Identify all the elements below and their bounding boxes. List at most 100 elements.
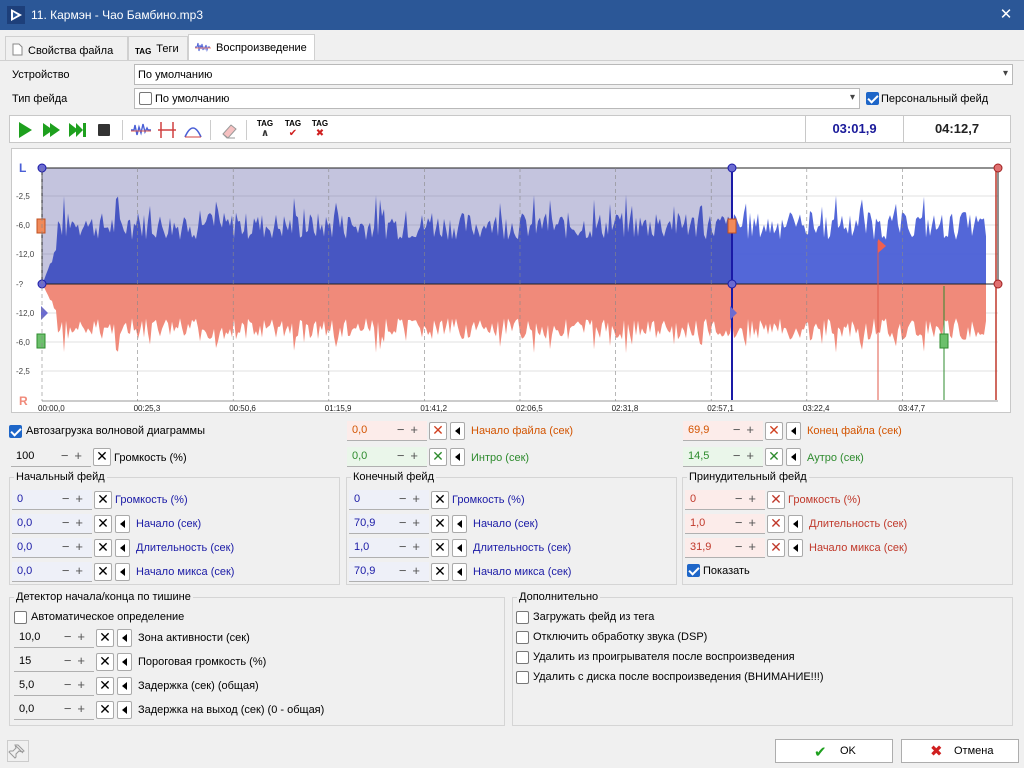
spinner-buttons[interactable]: −+ [399,539,426,554]
reset-button[interactable]: ✕ [431,515,449,533]
waveform-canvas[interactable]: L R -2,5 -6,0 -12,0 -? -12,0 -6,0 -2,5 00:00,0 00:… [12,149,1010,413]
set-intro-button[interactable] [450,448,465,466]
spinner-buttons[interactable]: −+ [64,629,91,644]
file-start-spinner[interactable]: 0,0 −+ [347,421,427,441]
value-spinner[interactable]: 0 −+ [349,490,429,510]
set-from-position-button[interactable] [117,629,132,647]
reset-button[interactable]: ✕ [94,491,112,509]
spinner-buttons[interactable]: −+ [397,448,424,463]
spinner-buttons[interactable]: −+ [733,448,760,463]
markers-icon[interactable] [156,119,178,141]
tag-save-icon[interactable]: TAG ✔ [282,119,304,141]
reset-intro-button[interactable]: ✕ [429,448,447,466]
spinner-buttons[interactable]: −+ [397,422,424,437]
auto-detect-checkbox[interactable] [14,611,27,624]
set-from-position-button[interactable] [788,515,803,533]
reset-button[interactable]: ✕ [96,677,114,695]
set-from-position-button[interactable] [115,515,130,533]
spinner-buttons[interactable]: −+ [64,653,91,668]
volume-spinner[interactable]: 100 −+ [11,447,91,467]
set-from-position-button[interactable] [115,539,130,557]
value-spinner[interactable]: 10,0 −+ [14,628,94,648]
value-spinner[interactable]: 0,0 −+ [14,700,94,720]
reset-button[interactable]: ✕ [96,629,114,647]
value-spinner[interactable]: 0 −+ [12,490,92,510]
cancel-button[interactable]: ✖ Отмена [901,739,1019,763]
spinner-buttons[interactable]: −+ [62,563,89,578]
extra-option-checkbox[interactable] [516,631,529,644]
reset-button[interactable]: ✕ [96,701,114,719]
set-from-position-button[interactable] [788,539,803,557]
set-from-position-button[interactable] [452,515,467,533]
ok-button[interactable]: ✔ OK [775,739,893,763]
spinner-buttons[interactable]: −+ [735,539,762,554]
extra-option-checkbox[interactable] [516,671,529,684]
value-spinner[interactable]: 0,0 −+ [12,514,92,534]
end-handle[interactable] [993,163,1003,173]
reset-button[interactable]: ✕ [431,539,449,557]
spinner-buttons[interactable]: −+ [735,515,762,530]
value-spinner[interactable]: 1,0 −+ [685,514,765,534]
value-spinner[interactable]: 31,9 −+ [685,538,765,558]
set-file-start-button[interactable] [450,422,465,440]
end-handle[interactable] [993,279,1003,289]
skip-end-icon[interactable] [66,119,88,141]
value-spinner[interactable]: 0,0 −+ [12,538,92,558]
play-icon[interactable] [14,119,36,141]
spinner-buttons[interactable]: −+ [62,515,89,530]
set-from-position-button[interactable] [452,539,467,557]
fade-type-checkbox[interactable] [139,92,152,105]
extra-option-checkbox[interactable] [516,651,529,664]
set-outro-button[interactable] [786,448,801,466]
eraser-icon[interactable] [218,119,240,141]
tab-tags[interactable]: TAG Теги [128,36,188,60]
device-select[interactable]: По умолчанию ▾ [134,64,1013,85]
tag-delete-icon[interactable]: TAG ✖ [309,119,331,141]
spinner-buttons[interactable]: −+ [61,448,88,463]
set-from-position-button[interactable] [117,677,132,695]
outro-handle[interactable] [939,333,949,349]
fade-type-select[interactable]: По умолчанию ▾ [134,88,860,109]
spinner-buttons[interactable]: −+ [64,677,91,692]
spinner-buttons[interactable]: −+ [399,515,426,530]
reset-button[interactable]: ✕ [96,653,114,671]
intro-spinner[interactable]: 0,0 −+ [347,447,427,467]
set-file-end-button[interactable] [786,422,801,440]
spinner-buttons[interactable]: −+ [64,701,91,716]
spinner-buttons[interactable]: −+ [62,539,89,554]
waveform-view[interactable]: L R -2,5 -6,0 -12,0 -? -12,0 -6,0 -2,5 00:00,0 00:… [11,148,1011,413]
value-spinner[interactable]: 1,0 −+ [349,538,429,558]
tab-playback[interactable]: Воспроизведение [188,34,315,61]
value-spinner[interactable]: 0 −+ [685,490,765,510]
intro-handle[interactable] [36,333,46,349]
spinner-buttons[interactable]: −+ [399,563,426,578]
file-start-handle[interactable] [727,218,737,234]
fade-handle[interactable] [727,163,737,173]
forced-show-checkbox[interactable] [687,564,700,577]
set-from-position-button[interactable] [452,563,467,581]
reset-outro-button[interactable]: ✕ [765,448,783,466]
value-spinner[interactable]: 15 −+ [14,652,94,672]
file-start-handle[interactable] [36,218,46,234]
fade-curve-icon[interactable] [182,119,204,141]
set-from-position-button[interactable] [117,653,132,671]
autoload-waveform-checkbox[interactable] [9,425,22,438]
reset-button[interactable]: ✕ [431,491,449,509]
personal-fade-checkbox[interactable] [866,92,879,105]
reset-button[interactable]: ✕ [767,539,785,557]
tab-file-properties[interactable]: Свойства файла [5,36,128,60]
waveform-tool-icon[interactable] [130,119,152,141]
reset-volume-button[interactable]: ✕ [93,448,111,466]
spinner-buttons[interactable]: −+ [62,491,89,506]
reset-file-start-button[interactable]: ✕ [429,422,447,440]
reset-button[interactable]: ✕ [767,491,785,509]
reset-button[interactable]: ✕ [94,539,112,557]
spinner-buttons[interactable]: −+ [399,491,426,506]
file-end-spinner[interactable]: 69,9 −+ [683,421,763,441]
close-button[interactable]: ✕ [994,4,1018,26]
spinner-buttons[interactable]: −+ [733,422,760,437]
reset-button[interactable]: ✕ [767,515,785,533]
value-spinner[interactable]: 70,9 −+ [349,562,429,582]
value-spinner[interactable]: 70,9 −+ [349,514,429,534]
reset-button[interactable]: ✕ [94,563,112,581]
